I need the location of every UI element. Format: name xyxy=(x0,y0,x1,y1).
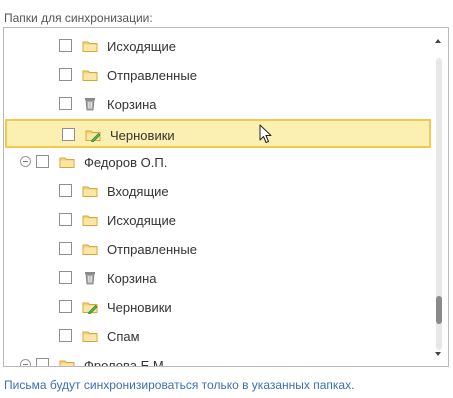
drafts-folder-icon xyxy=(82,300,98,315)
scroll-thumb[interactable] xyxy=(436,296,442,324)
folder-icon xyxy=(82,242,98,256)
folder-icon xyxy=(59,358,75,366)
folder-label: Федоров О.П. xyxy=(84,155,168,170)
folder-checkbox[interactable] xyxy=(59,213,72,226)
sync-folders-title: Папки для синхронизации: xyxy=(4,11,153,25)
collapse-icon[interactable] xyxy=(20,156,31,167)
tree-row[interactable]: Отправленные xyxy=(4,235,431,264)
vertical-scrollbar[interactable] xyxy=(431,28,448,366)
folder-label: Фролова Е.М. xyxy=(84,358,168,367)
folder-label: Исходящие xyxy=(107,213,176,228)
tree-row[interactable]: Исходящие xyxy=(4,32,431,61)
sync-hint-text: Письма будут синхронизироваться только в… xyxy=(4,378,355,392)
folder-checkbox[interactable] xyxy=(59,39,72,52)
folder-icon xyxy=(82,39,98,53)
folder-checkbox[interactable] xyxy=(62,128,75,141)
tree-row[interactable]: Черновики xyxy=(5,119,431,148)
folder-label: Отправленные xyxy=(107,68,197,83)
folder-label: Спам xyxy=(107,329,140,344)
folder-icon xyxy=(82,184,98,198)
tree-row[interactable]: Отправленные xyxy=(4,61,431,90)
folder-icon xyxy=(82,213,98,227)
folder-checkbox[interactable] xyxy=(59,184,72,197)
folder-label: Исходящие xyxy=(107,39,176,54)
folder-label: Входящие xyxy=(107,184,169,199)
folder-checkbox[interactable] xyxy=(59,271,72,284)
folder-icon xyxy=(82,68,98,82)
folder-label: Черновики xyxy=(107,300,172,315)
drafts-folder-icon xyxy=(85,128,101,143)
tree-row[interactable]: Входящие xyxy=(4,177,431,206)
trash-icon xyxy=(82,271,98,285)
tree-row[interactable]: Корзина xyxy=(4,90,431,119)
tree-rows: Исходящие Отправленные Корзина Черновики Фед… xyxy=(4,32,431,367)
tree-row[interactable]: Черновики xyxy=(4,293,431,322)
folder-label: Отправленные xyxy=(107,242,197,257)
folder-icon xyxy=(59,155,75,169)
tree-row[interactable]: Спам xyxy=(4,322,431,351)
folder-checkbox[interactable] xyxy=(36,358,49,366)
tree-row[interactable]: Исходящие xyxy=(4,206,431,235)
folder-checkbox[interactable] xyxy=(59,242,72,255)
collapse-icon[interactable] xyxy=(20,359,31,366)
folder-checkbox[interactable] xyxy=(59,329,72,342)
scroll-down-icon[interactable] xyxy=(435,352,441,356)
tree-row[interactable]: Фролова Е.М. xyxy=(4,351,431,367)
folder-label: Черновики xyxy=(110,128,175,143)
folder-label: Корзина xyxy=(107,271,157,286)
folder-checkbox[interactable] xyxy=(59,300,72,313)
trash-icon xyxy=(82,97,98,111)
folder-checkbox[interactable] xyxy=(59,97,72,110)
folder-icon xyxy=(82,329,98,343)
scroll-up-icon[interactable] xyxy=(435,39,441,43)
folder-label: Корзина xyxy=(107,97,157,112)
sync-folders-tree[interactable]: Исходящие Отправленные Корзина Черновики Фед… xyxy=(3,27,449,367)
tree-row[interactable]: Федоров О.П. xyxy=(4,148,431,177)
folder-checkbox[interactable] xyxy=(36,155,49,168)
folder-checkbox[interactable] xyxy=(59,68,72,81)
tree-row[interactable]: Корзина xyxy=(4,264,431,293)
mouse-cursor-icon xyxy=(259,124,272,143)
